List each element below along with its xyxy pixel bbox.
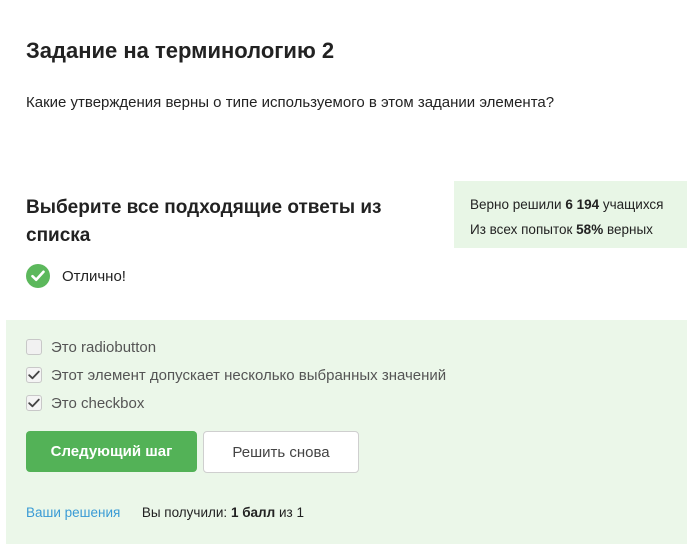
attempts-prefix: Из всех попыток bbox=[470, 222, 573, 237]
solved-count: 6 194 bbox=[565, 197, 600, 212]
option-label: Этот элемент допускает несколько выбранн… bbox=[51, 366, 447, 384]
checkbox-unchecked[interactable] bbox=[26, 339, 42, 355]
attempts-suffix: верных bbox=[606, 222, 653, 237]
score-suffix: из 1 bbox=[278, 505, 304, 520]
instruction-heading: Выберите все подходящие ответы из списка bbox=[26, 197, 382, 246]
next-step-button[interactable]: Следующий шаг bbox=[26, 431, 197, 472]
checkbox-checked[interactable] bbox=[26, 367, 42, 383]
option-label: Это checkbox bbox=[51, 394, 145, 412]
option-radiobutton[interactable]: Это radiobutton bbox=[26, 337, 156, 357]
step-page: Задание на терминологию 2 Какие утвержде… bbox=[0, 0, 687, 544]
option-multiple-values[interactable]: Этот элемент допускает несколько выбранн… bbox=[26, 365, 446, 385]
question-text: Какие утверждения верны о типе используе… bbox=[26, 94, 555, 111]
feedback-correct: Отлично! bbox=[26, 264, 126, 288]
score-prefix: Вы получили: bbox=[141, 505, 228, 520]
solved-suffix: учащихся bbox=[602, 197, 664, 212]
check-circle-icon bbox=[26, 264, 50, 288]
score-value: 1 балл bbox=[230, 505, 276, 520]
checkbox-checked[interactable] bbox=[26, 395, 42, 411]
attempts-percent: 58% bbox=[576, 222, 604, 237]
option-label: Это radiobutton bbox=[51, 338, 157, 356]
checkmark-icon bbox=[28, 398, 40, 408]
solved-stat: Верно решили 6 194 учащихся bbox=[470, 192, 687, 217]
submission-footer: Ваши решения Вы получили: 1 балл из 1 bbox=[26, 505, 304, 520]
answer-panel: Это radiobutton Этот элемент допускает н… bbox=[6, 320, 687, 544]
retry-button[interactable]: Решить снова bbox=[203, 431, 359, 473]
stats-box: Верно решили 6 194 учащихся Из всех попы… bbox=[454, 181, 687, 248]
attempts-stat: Из всех попыток 58% верных bbox=[470, 217, 687, 242]
your-solutions-link[interactable]: Ваши решения bbox=[26, 505, 120, 520]
checkmark-icon bbox=[28, 370, 40, 380]
solved-prefix: Верно решили bbox=[470, 197, 562, 212]
feedback-text: Отлично! bbox=[62, 267, 126, 285]
option-checkbox[interactable]: Это checkbox bbox=[26, 393, 144, 413]
step-title: Задание на терминологию 2 bbox=[26, 38, 335, 63]
